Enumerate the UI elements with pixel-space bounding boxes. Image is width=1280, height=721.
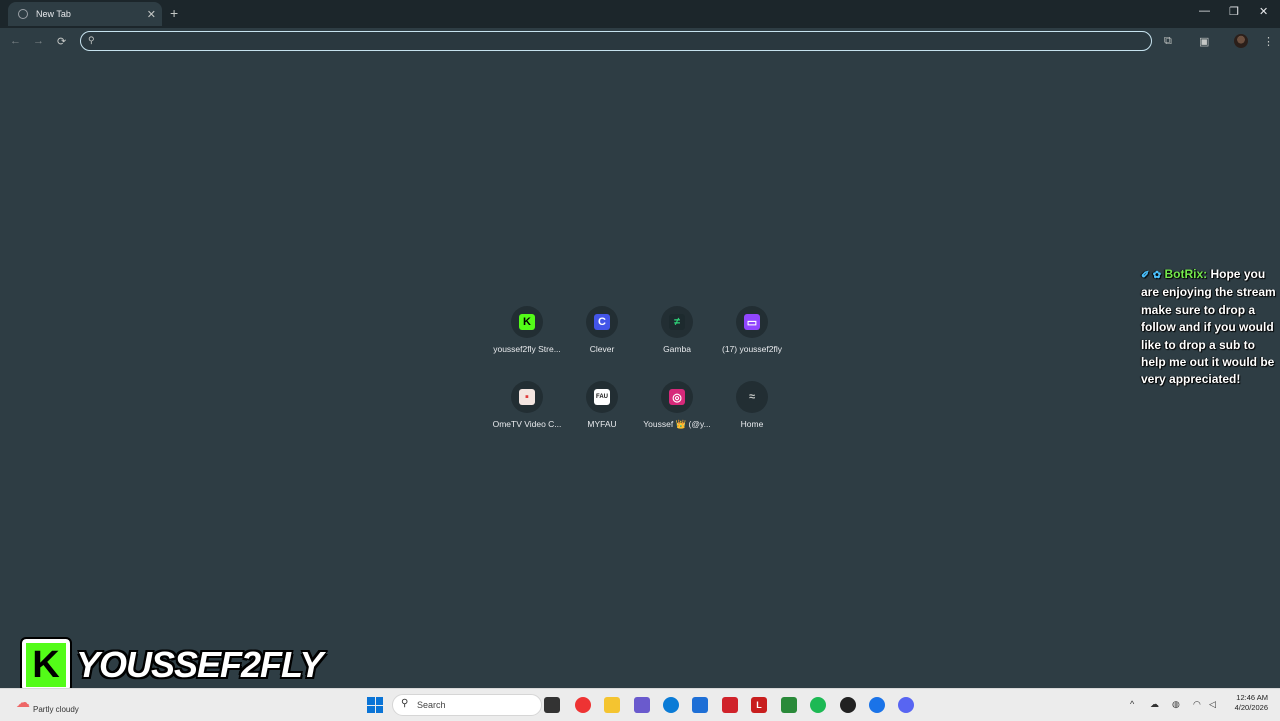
restore-button[interactable]: ❐ xyxy=(1229,5,1239,18)
address-bar[interactable]: ⚲ xyxy=(80,31,1152,51)
clever-icon: C xyxy=(594,314,610,330)
obs-icon[interactable] xyxy=(840,697,856,713)
shortcut-tile[interactable]: ≈ Home xyxy=(710,381,794,429)
shortcut-label: Gamba xyxy=(663,344,691,354)
shortcut-tile[interactable]: ◎ Youssef 👑 (@y... xyxy=(635,381,719,430)
onedrive-icon[interactable]: ☁ xyxy=(1150,699,1159,710)
clock-time: 12:46 AM xyxy=(1236,693,1268,702)
weather-icon[interactable]: ☁ xyxy=(16,694,30,711)
search-icon: ⚲ xyxy=(401,698,409,709)
extensions-icon[interactable]: ⧉ xyxy=(1164,35,1172,48)
shortcut-tile[interactable]: K youssef2fly Stre... xyxy=(485,306,569,354)
chat-text: Hope you are enjoying the stream make su… xyxy=(1141,267,1276,387)
tab-strip: New Tab ✕ + — ❐ ✕ xyxy=(0,0,1280,28)
instagram-icon: ◎ xyxy=(669,389,685,405)
shortcut-label: OmeTV Video C... xyxy=(492,419,562,429)
gamba-icon: ≠ xyxy=(669,314,685,330)
back-button[interactable]: ← xyxy=(10,35,21,47)
chat-message: ✐ ✿ BotRix: Hope you are enjoying the st… xyxy=(1141,266,1277,389)
wifi-icon[interactable]: ◠ xyxy=(1193,699,1201,710)
copilot-icon[interactable] xyxy=(634,697,650,713)
shortcut-tile[interactable]: FAU MYFAU xyxy=(560,381,644,429)
home-icon: ≈ xyxy=(744,389,760,405)
volume-icon[interactable]: ◁ xyxy=(1209,699,1216,710)
taskbar-search[interactable]: ⚲ Search xyxy=(392,694,542,716)
chrome-profile-icon[interactable] xyxy=(869,697,885,713)
verified-icon: ✿ xyxy=(1152,270,1162,281)
shortcut-tile[interactable]: ≠ Gamba xyxy=(635,306,719,354)
forward-button[interactable]: → xyxy=(33,35,44,47)
tray-chevron-icon[interactable]: ^ xyxy=(1130,699,1134,709)
taskbar: ☁ Partly cloudy ⚲ Search L ^ ☁ ◍ ◠ ◁ 12:… xyxy=(0,688,1280,721)
clock-date: 4/20/2026 xyxy=(1234,703,1268,712)
address-input[interactable] xyxy=(103,33,1137,50)
mcafee-icon[interactable] xyxy=(722,697,738,713)
file-explorer-icon[interactable] xyxy=(604,697,620,713)
search-icon: ⚲ xyxy=(88,35,95,45)
chat-username: BotRix: xyxy=(1164,267,1208,281)
stream-logo: K YOUSSEF2FLY xyxy=(20,637,324,693)
store-icon[interactable] xyxy=(692,697,708,713)
shortcut-label: youssef2fly Stre... xyxy=(493,344,561,354)
tab-title: New Tab xyxy=(36,9,71,19)
close-window-button[interactable]: ✕ xyxy=(1259,5,1268,18)
myfau-icon: FAU xyxy=(594,389,610,405)
clock[interactable]: 12:46 AM 4/20/2026 xyxy=(1226,693,1268,713)
shortcut-label: Clever xyxy=(589,344,615,354)
shortcut-tile[interactable]: C Clever xyxy=(560,306,644,354)
kick-icon: K xyxy=(519,314,535,330)
tab-close-icon[interactable]: ✕ xyxy=(147,8,156,21)
shortcut-label: Youssef 👑 (@y... xyxy=(643,419,711,429)
tray-app-icon[interactable]: ◍ xyxy=(1172,699,1180,710)
twitch-icon: ▭ xyxy=(744,314,760,330)
spotify-icon[interactable] xyxy=(810,697,826,713)
chrome-icon[interactable] xyxy=(575,697,591,713)
shortcut-label: Home xyxy=(740,419,764,429)
start-button[interactable] xyxy=(367,697,383,713)
sword-icon: ✐ xyxy=(1141,270,1150,281)
minimize-button[interactable]: — xyxy=(1199,5,1210,17)
menu-icon[interactable]: ⋮ xyxy=(1263,35,1274,48)
discord-icon[interactable] xyxy=(898,697,914,713)
xbox-icon[interactable] xyxy=(781,697,797,713)
new-tab-button[interactable]: + xyxy=(170,5,178,21)
edge-icon[interactable] xyxy=(663,697,679,713)
shortcut-tile[interactable]: ▭ (17) youssef2fly xyxy=(710,306,794,354)
tab-new-tab[interactable]: New Tab ✕ xyxy=(8,2,162,26)
globe-icon xyxy=(18,9,28,19)
browser-toolbar: ← → ⟳ ⚲ ⧉ ▣ ⋮ xyxy=(0,28,1280,56)
reload-button[interactable]: ⟳ xyxy=(57,35,66,48)
profile-avatar[interactable] xyxy=(1234,34,1248,48)
channel-name: YOUSSEF2FLY xyxy=(75,643,324,686)
lenovo-icon[interactable]: L xyxy=(751,697,767,713)
weather-text[interactable]: Partly cloudy xyxy=(33,705,79,714)
kick-logo-icon: K xyxy=(20,637,72,693)
side-panel-icon[interactable]: ▣ xyxy=(1199,35,1209,48)
search-label: Search xyxy=(417,700,446,710)
task-view-icon[interactable] xyxy=(544,697,560,713)
shortcut-label: MYFAU xyxy=(587,419,617,429)
shortcut-label: (17) youssef2fly xyxy=(722,344,782,354)
shortcut-tile[interactable]: ▪ OmeTV Video C... xyxy=(485,381,569,429)
ometv-icon: ▪ xyxy=(519,389,535,405)
